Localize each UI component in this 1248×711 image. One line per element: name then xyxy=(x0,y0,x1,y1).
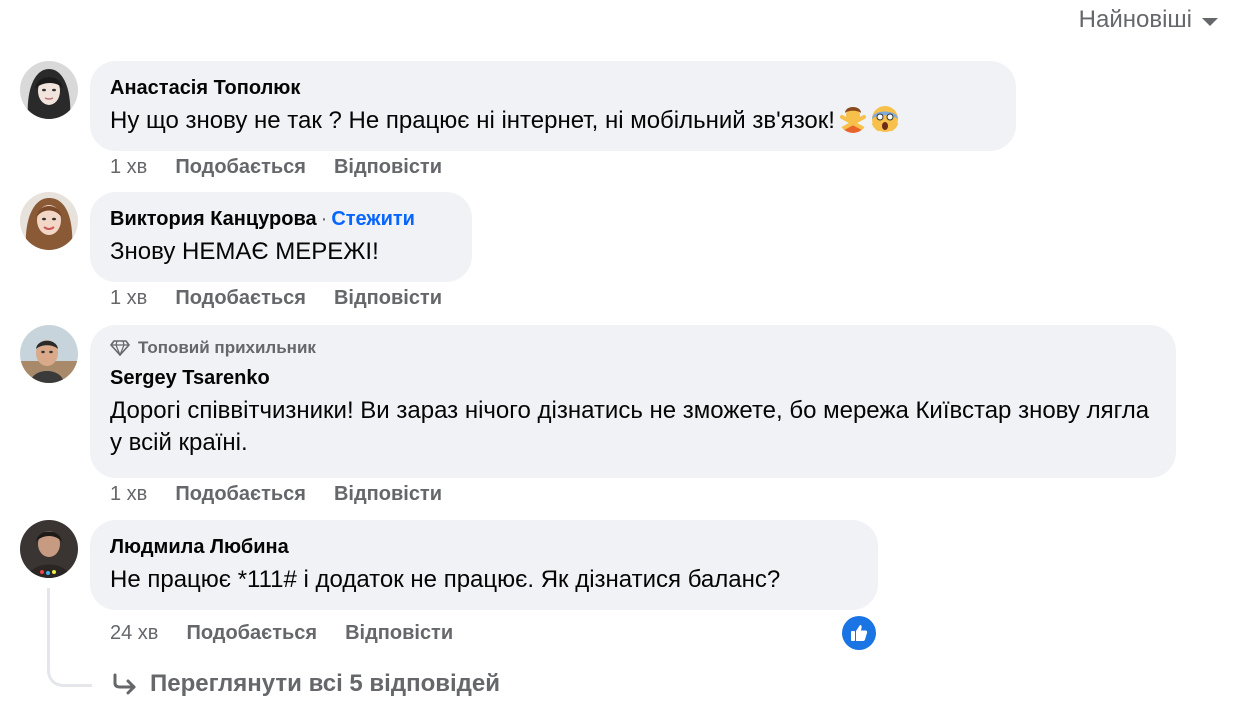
view-replies-button[interactable]: Переглянути всі 5 відповідей xyxy=(112,670,500,698)
person-gesturing-no-emoji xyxy=(839,107,866,133)
reply-button[interactable]: Відповісти xyxy=(334,156,442,179)
separator-dot: · xyxy=(320,208,328,230)
comment-text: Дорогі співвітчизники! Ви зараз нічого д… xyxy=(110,397,1150,456)
comment-author[interactable]: Людмила Любина xyxy=(110,534,856,560)
sort-dropdown[interactable]: Найновіші xyxy=(1079,6,1218,34)
thread-connector-line xyxy=(47,588,92,687)
comment-text: Не працює *111# і додаток не працює. Як … xyxy=(110,566,781,593)
comment-time[interactable]: 1 хв xyxy=(110,287,147,310)
comment-author[interactable]: Sergey Tsarenko xyxy=(110,365,1154,391)
top-fan-label: Топовий прихильник xyxy=(138,338,316,357)
reply-button[interactable]: Відповісти xyxy=(334,287,442,310)
comment-author[interactable]: Виктория Канцурова xyxy=(110,208,317,230)
top-fan-badge: Топовий прихильник xyxy=(110,337,1154,359)
comment-bubble: Виктория Канцурова · Стежити Знову НЕМАЄ М… xyxy=(90,192,472,282)
comment-actions: 24 хв Подобається Відповісти xyxy=(110,622,453,645)
avatar[interactable] xyxy=(20,61,78,119)
sort-label: Найновіші xyxy=(1078,6,1192,33)
comment-text-line: Ну що знову не так ? Не працює ні інтерн… xyxy=(110,105,994,137)
comment-text: Ну що знову не так ? Не працює ні інтерн… xyxy=(110,107,835,134)
avatar[interactable] xyxy=(20,520,78,578)
follow-button[interactable]: Стежити xyxy=(331,208,415,230)
like-button[interactable]: Подобається xyxy=(175,156,306,179)
reply-arrow-icon xyxy=(113,673,136,695)
comment-author-line: Виктория Канцурова · Стежити xyxy=(110,206,450,232)
like-button[interactable]: Подобається xyxy=(175,483,306,506)
reply-button[interactable]: Відповісти xyxy=(345,622,453,645)
comment-bubble: Топовий прихильник Sergey Tsarenko Дорог… xyxy=(90,325,1176,478)
comment-bubble: Людмила Любина Не працює *111# і додаток… xyxy=(90,520,878,610)
comment-text: Знову НЕМАЄ МЕРЕЖІ! xyxy=(110,238,379,265)
comment-time[interactable]: 1 хв xyxy=(110,483,147,506)
comment-author[interactable]: Анастасія Тополюк xyxy=(110,75,994,101)
comment-actions: 1 хв Подобається Відповісти xyxy=(110,483,442,506)
avatar[interactable] xyxy=(20,325,78,383)
reply-button[interactable]: Відповісти xyxy=(334,483,442,506)
like-button[interactable]: Подобається xyxy=(186,622,317,645)
face-screaming-emoji xyxy=(871,106,899,133)
avatar[interactable] xyxy=(20,192,78,250)
comment-time[interactable]: 24 хв xyxy=(110,622,158,645)
like-reaction-icon[interactable] xyxy=(842,616,876,650)
comment-actions: 1 хв Подобається Відповісти xyxy=(110,287,442,310)
diamond-icon xyxy=(110,340,130,356)
view-replies-label: Переглянути всі 5 відповідей xyxy=(150,670,500,697)
caret-down-icon xyxy=(1202,18,1218,26)
comment-actions: 1 хв Подобається Відповісти xyxy=(110,156,442,179)
comment-bubble: Анастасія Тополюк Ну що знову не так ? Н… xyxy=(90,61,1016,151)
comment-time[interactable]: 1 хв xyxy=(110,156,147,179)
like-button[interactable]: Подобається xyxy=(175,287,306,310)
